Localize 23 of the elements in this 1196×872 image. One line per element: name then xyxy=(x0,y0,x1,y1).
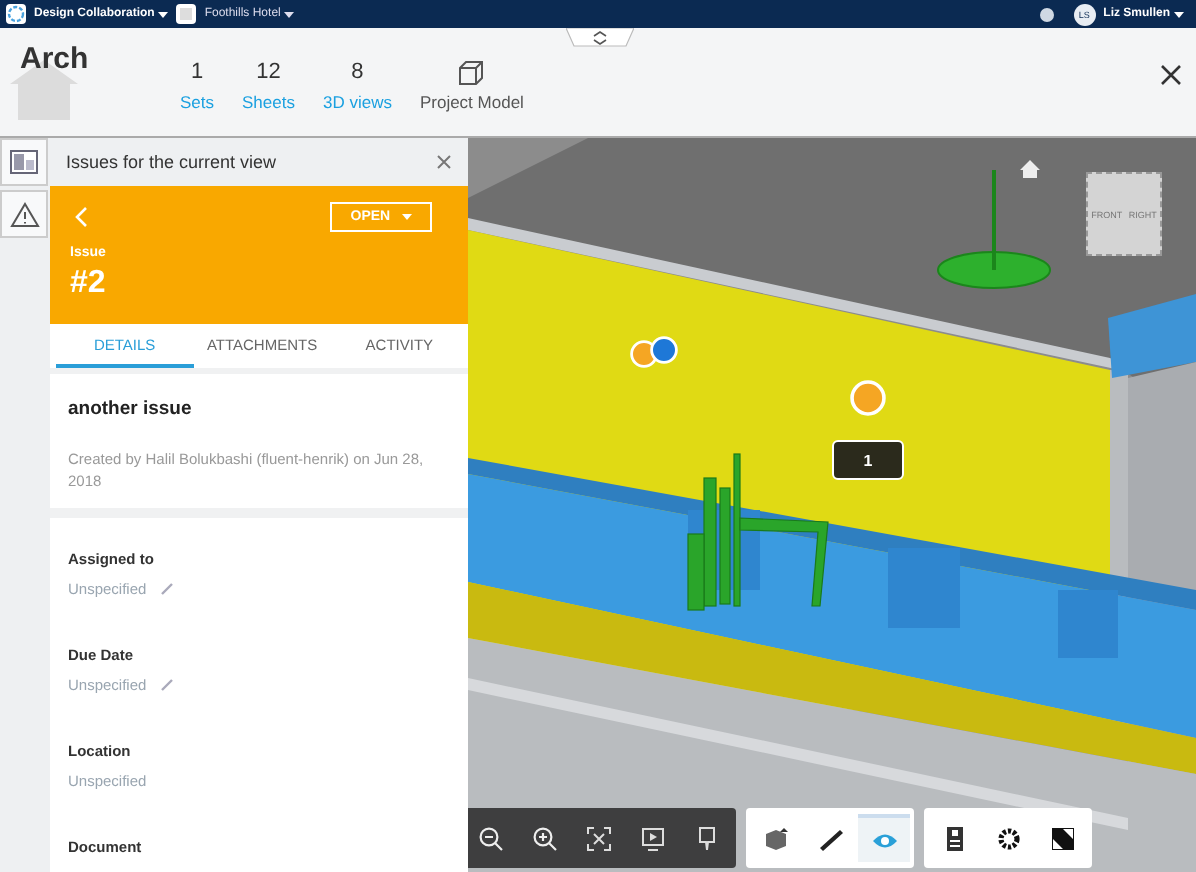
project-logo-icon xyxy=(176,4,197,24)
collapse-tab[interactable] xyxy=(566,28,634,48)
issue-title: another issue xyxy=(68,398,194,421)
caret-icon xyxy=(1174,11,1184,17)
stat-count: 12 xyxy=(256,60,281,86)
home-icon[interactable] xyxy=(1020,160,1040,178)
close-button[interactable] xyxy=(1160,64,1182,86)
panel-title: Issues for the current view xyxy=(66,151,277,172)
project-model-link[interactable]: Project Model xyxy=(419,92,524,112)
building-model-drawing[interactable] xyxy=(468,138,1196,872)
stat-count: 8 xyxy=(351,60,364,86)
warning-icon[interactable] xyxy=(0,190,48,238)
cube-icon xyxy=(458,60,485,86)
caret-icon xyxy=(402,213,412,220)
issue-number: #2 xyxy=(70,265,108,302)
caret-icon xyxy=(284,11,295,17)
sheets-icon[interactable] xyxy=(0,138,48,186)
issue-tag[interactable]: 1 xyxy=(832,440,904,480)
app-logo-icon[interactable] xyxy=(6,4,26,24)
model-title: Arch xyxy=(20,42,89,76)
help-icon[interactable] xyxy=(1039,7,1054,21)
caret-icon xyxy=(158,11,169,17)
stat-count: 1 xyxy=(190,60,204,86)
